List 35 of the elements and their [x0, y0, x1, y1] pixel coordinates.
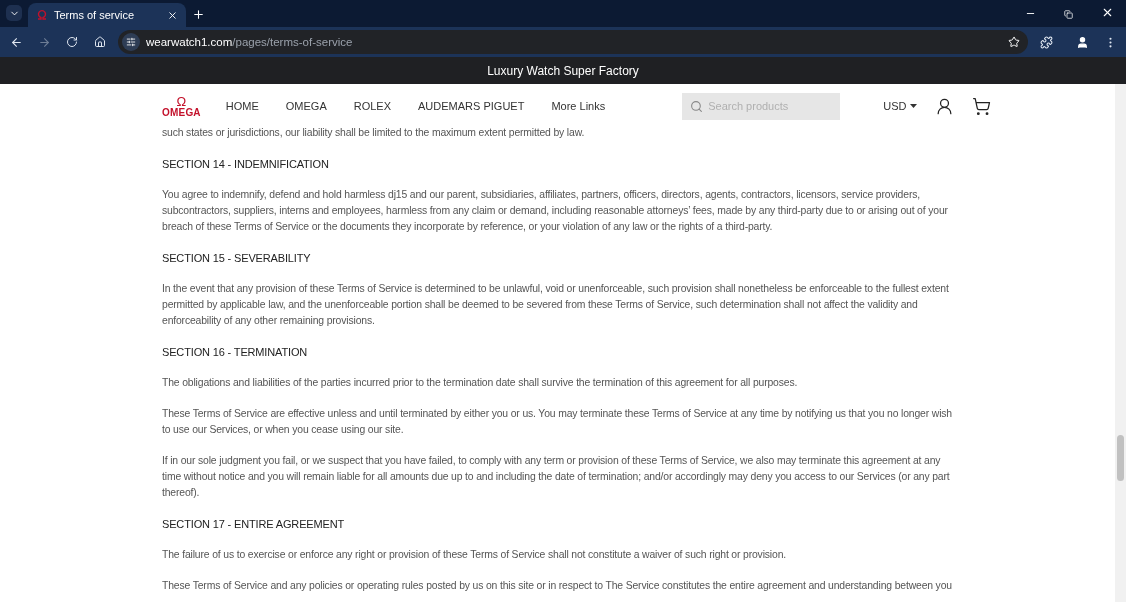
tab-list-button[interactable] [6, 5, 22, 21]
paragraph: These Terms of Service are effective unless and until terminated by either you or us. You may terminate these Terms of Service at any time by notifying us that you no longer wish to use our Services, or when you cease using our site. [162, 407, 953, 437]
address-bar[interactable]: wearwatch1.com/pages/terms-of-service [118, 30, 1028, 54]
scrollbar[interactable] [1115, 84, 1126, 602]
paragraph: The failure of us to exercise or enforce any right or provision of these Terms of Service shall not constitute a waiver of such right or provision. [162, 548, 788, 562]
caret-icon [910, 104, 918, 108]
star-icon[interactable] [1008, 36, 1020, 48]
nav-link[interactable]: ROLEX [353, 100, 392, 112]
currency-selector[interactable]: USD [883, 100, 918, 112]
paragraph: These Terms of Service and any policies or operating rules posted by us on this site or in respect to The Service constitutes the entire agreement and understanding between you [162, 579, 953, 593]
nav-link[interactable]: OMEGA [285, 100, 327, 112]
close-icon[interactable] [1101, 6, 1114, 19]
nav-link[interactable]: More Links [551, 100, 606, 112]
section-heading: SECTION 16 - TERMINATION [162, 345, 309, 360]
paragraph: You agree to indemnify, defend and hold harmless dj15 and our parent, subsidiaries, affiliates, partners, officers, directors, agents, contractors, licensors, service providers, subcontractors, suppliers, interns and employees, harmless from any claim or demand, including reasonable attorneys’ fees, made by any third-party due to or arising out of your breach of these Terms of Service or the documents they incorporate by reference, or your violation of any law or the rights of a third-party. [162, 188, 949, 234]
url-text: wearwatch1.com/pages/terms-of-service [146, 36, 354, 48]
browser-tab[interactable]: Terms of service [28, 3, 186, 27]
omega-favicon-icon [36, 9, 48, 21]
nav-link[interactable]: AUDEMARS PIGUET [418, 100, 525, 112]
paragraph: such states or jurisdictions, our liability shall be limited to the maximum extent permitted by law. [162, 126, 586, 140]
announcement-text: Luxury Watch Super Factory [487, 63, 639, 78]
paragraph: In the event that any provision of these Terms of Service is determined to be unlawful, void or unenforceable, such provision shall nonetheless be enforceable to the fullest extent permitted by applicable law, and the unenforceable portion shall be deemed to be severed from these Terms of Service, such determination shall not affect the validity and enforceability of any other remaining provisions. [162, 282, 950, 328]
close-tab-icon[interactable] [167, 9, 178, 21]
paragraph: If in our sole judgment you fail, or we suspect that you have failed, to comply with any term or provision of these Terms of Service, we also may terminate this agreement at any time without notice and you will remain liable for all amounts due up to and including the date of termination; and/or accordingly may deny you access to our Services (or any part thereof). [162, 454, 951, 500]
search-icon [690, 99, 704, 113]
paragraph: The obligations and liabilities of the parties incurred prior to the termination date shall survive the termination of this agreement for all purposes. [162, 376, 799, 390]
restore-icon[interactable] [1064, 10, 1073, 19]
site-settings-icon[interactable] [122, 33, 140, 51]
nav-link[interactable]: HOME [225, 100, 259, 112]
omega-logo[interactable]: Ω OMEGA [162, 94, 201, 118]
section-heading: SECTION 14 - INDEMNIFICATION [162, 157, 330, 172]
new-tab-icon[interactable] [192, 8, 205, 21]
section-heading: SECTION 15 - SEVERABILITY [162, 251, 312, 266]
cart-icon[interactable] [972, 96, 992, 116]
section-heading: SECTION 17 - ENTIRE AGREEMENT [162, 517, 346, 532]
